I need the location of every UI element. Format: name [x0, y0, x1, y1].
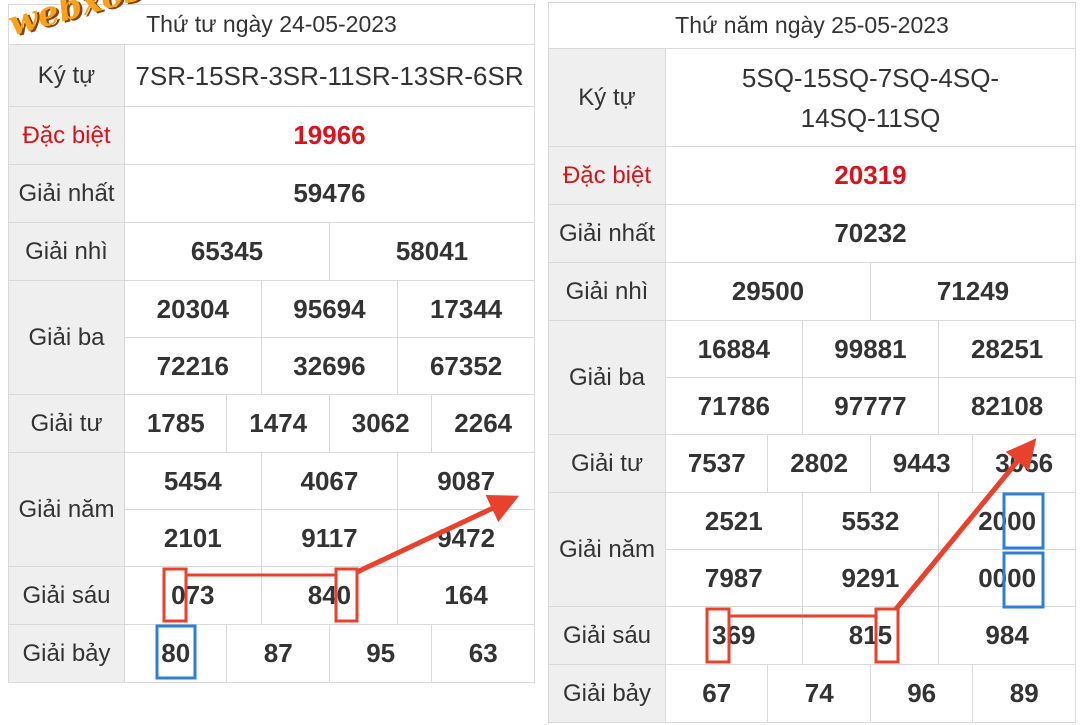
- highlight-box: [874, 607, 900, 664]
- annotation-overlay: [155, 438, 1045, 680]
- highlight-box: [155, 624, 197, 680]
- highlight-box: [162, 567, 188, 623]
- highlight-box: [1002, 492, 1045, 550]
- highlight-box: [334, 567, 359, 623]
- highlight-box: [1002, 551, 1045, 609]
- highlight-box: [705, 607, 731, 664]
- arrow-icon: [894, 438, 1037, 611]
- arrow-icon: [355, 494, 520, 575]
